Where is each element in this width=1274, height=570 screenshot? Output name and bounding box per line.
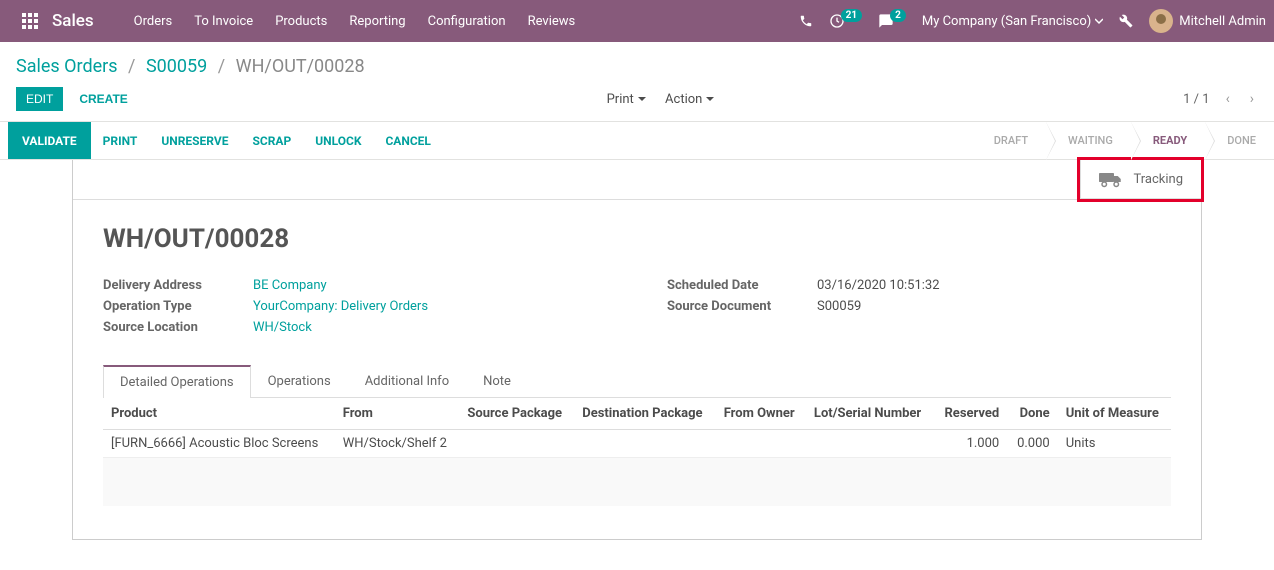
user-avatar	[1149, 9, 1173, 33]
cell-product: [FURN_6666] Acoustic Bloc Screens	[103, 430, 335, 458]
caret-icon	[706, 97, 714, 101]
stage-done[interactable]: DONE	[1205, 122, 1274, 159]
detailed-operations-table: Product From Source Package Destination …	[103, 398, 1171, 506]
tab-note[interactable]: Note	[466, 365, 528, 397]
cell-lot	[806, 430, 934, 458]
activities-badge: 21	[841, 9, 862, 22]
form-sheet: Tracking WH/OUT/00028 Delivery Address B…	[72, 160, 1202, 540]
th-from[interactable]: From	[335, 398, 460, 430]
pager-text: 1 / 1	[1183, 92, 1209, 107]
label-scheduled-date: Scheduled Date	[667, 278, 817, 293]
print-dropdown[interactable]: Print	[607, 92, 646, 107]
unlock-button[interactable]: UNLOCK	[303, 122, 373, 159]
nav-configuration[interactable]: Configuration	[428, 14, 506, 29]
breadcrumb-sep: /	[128, 56, 135, 77]
breadcrumb-current: WH/OUT/00028	[236, 56, 365, 77]
truck-icon	[1099, 170, 1123, 188]
tab-operations[interactable]: Operations	[251, 365, 348, 397]
record-title: WH/OUT/00028	[103, 224, 1171, 254]
table-empty-row	[103, 482, 1171, 506]
cell-dest-package	[574, 430, 715, 458]
th-from-owner[interactable]: From Owner	[716, 398, 806, 430]
button-box: Tracking	[73, 160, 1201, 200]
breadcrumb-sales-orders[interactable]: Sales Orders	[16, 56, 118, 77]
th-product[interactable]: Product	[103, 398, 335, 430]
th-reserved[interactable]: Reserved	[934, 398, 1007, 430]
value-delivery-address[interactable]: BE Company	[253, 278, 327, 293]
nav-orders[interactable]: Orders	[134, 14, 173, 29]
debug-icon[interactable]	[1119, 14, 1133, 28]
cell-source-package	[459, 430, 574, 458]
breadcrumb-sep: /	[218, 56, 225, 77]
validate-button[interactable]: VALIDATE	[8, 122, 91, 159]
stage-draft[interactable]: DRAFT	[972, 122, 1046, 159]
discuss-icon[interactable]: 2	[878, 13, 906, 29]
main-navbar: Sales Orders To Invoice Products Reporti…	[0, 0, 1274, 42]
pager-next[interactable]: ›	[1246, 91, 1258, 107]
company-name: My Company (San Francisco)	[922, 14, 1091, 29]
cell-done: 0.000	[1007, 430, 1057, 458]
pager-prev[interactable]: ‹	[1222, 91, 1234, 107]
apps-icon[interactable]	[18, 9, 42, 33]
value-operation-type[interactable]: YourCompany: Delivery Orders	[253, 299, 428, 314]
nav-reporting[interactable]: Reporting	[349, 14, 405, 29]
print-button[interactable]: PRINT	[91, 122, 150, 159]
app-brand[interactable]: Sales	[52, 11, 94, 31]
cell-from-owner	[716, 430, 806, 458]
stage-ready[interactable]: READY	[1131, 122, 1205, 159]
cell-from: WH/Stock/Shelf 2	[335, 430, 460, 458]
activities-icon[interactable]: 21	[829, 13, 862, 29]
form-sheet-bg: Tracking WH/OUT/00028 Delivery Address B…	[0, 160, 1274, 570]
discuss-badge: 2	[890, 9, 906, 22]
th-lot[interactable]: Lot/Serial Number	[806, 398, 934, 430]
company-switcher[interactable]: My Company (San Francisco)	[922, 14, 1103, 29]
cell-reserved: 1.000	[934, 430, 1007, 458]
tracking-button[interactable]: Tracking	[1080, 160, 1201, 199]
user-menu[interactable]: Mitchell Admin	[1149, 9, 1266, 33]
nav-products[interactable]: Products	[275, 14, 327, 29]
edit-button[interactable]: EDIT	[16, 87, 63, 111]
notebook-tabs: Detailed Operations Operations Additiona…	[103, 365, 1171, 398]
chevron-down-icon	[1095, 17, 1103, 25]
systray: 21 2 My Company (San Francisco) Mitchell…	[799, 9, 1266, 33]
value-source-document: S00059	[817, 299, 861, 314]
label-delivery-address: Delivery Address	[103, 278, 253, 293]
status-stages: DRAFT WAITING READY DONE	[972, 122, 1274, 159]
th-uom[interactable]: Unit of Measure	[1058, 398, 1171, 430]
tab-detailed-operations[interactable]: Detailed Operations	[103, 365, 251, 398]
user-name: Mitchell Admin	[1179, 14, 1266, 29]
unreserve-button[interactable]: UNRESERVE	[149, 122, 240, 159]
label-operation-type: Operation Type	[103, 299, 253, 314]
statusbar: VALIDATE PRINT UNRESERVE SCRAP UNLOCK CA…	[0, 122, 1274, 160]
table-empty-row	[103, 458, 1171, 482]
th-done[interactable]: Done	[1007, 398, 1057, 430]
create-button[interactable]: CREATE	[69, 87, 137, 111]
scrap-button[interactable]: SCRAP	[240, 122, 303, 159]
th-dest-package[interactable]: Destination Package	[574, 398, 715, 430]
stage-waiting[interactable]: WAITING	[1046, 122, 1131, 159]
voip-icon[interactable]	[799, 14, 813, 28]
th-source-package[interactable]: Source Package	[459, 398, 574, 430]
breadcrumb-order[interactable]: S00059	[146, 56, 207, 77]
nav-reviews[interactable]: Reviews	[528, 14, 576, 29]
table-row[interactable]: [FURN_6666] Acoustic Bloc Screens WH/Sto…	[103, 430, 1171, 458]
cancel-button[interactable]: CANCEL	[373, 122, 442, 159]
tracking-label: Tracking	[1133, 172, 1183, 187]
cell-uom: Units	[1058, 430, 1171, 458]
breadcrumb: Sales Orders / S00059 / WH/OUT/00028	[0, 42, 1274, 81]
nav-to-invoice[interactable]: To Invoice	[194, 14, 253, 29]
value-scheduled-date: 03/16/2020 10:51:32	[817, 278, 940, 293]
action-dropdown[interactable]: Action	[665, 92, 714, 107]
label-source-document: Source Document	[667, 299, 817, 314]
tab-additional-info[interactable]: Additional Info	[348, 365, 466, 397]
value-source-location[interactable]: WH/Stock	[253, 320, 312, 335]
label-source-location: Source Location	[103, 320, 253, 335]
control-panel: Sales Orders / S00059 / WH/OUT/00028 EDI…	[0, 42, 1274, 122]
caret-icon	[638, 97, 646, 101]
